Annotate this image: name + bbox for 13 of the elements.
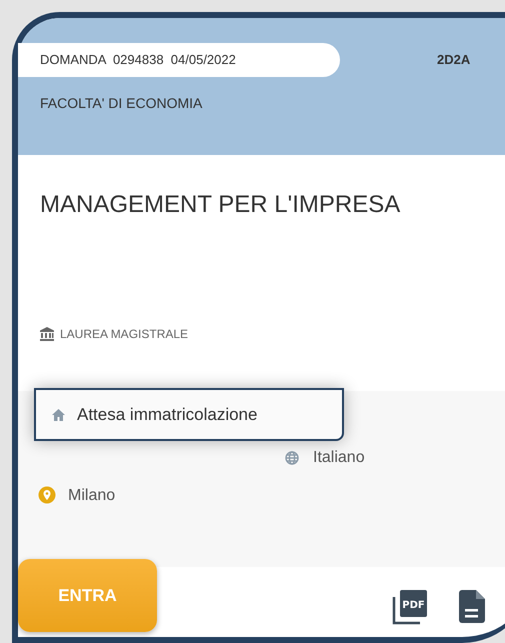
language-text: Italiano bbox=[313, 448, 365, 468]
institution-icon bbox=[40, 327, 54, 341]
document-icon[interactable] bbox=[459, 590, 485, 623]
degree-type: LAUREA MAGISTRALE bbox=[60, 326, 188, 343]
home-icon bbox=[52, 408, 65, 420]
faculty-name: FACOLTA' DI ECONOMIA bbox=[40, 94, 204, 113]
status-text: Attesa immatricolazione bbox=[77, 404, 258, 426]
application-info: DOMANDA 0294838 04/05/2022 bbox=[18, 43, 340, 77]
location-text: Milano bbox=[68, 486, 116, 506]
application-code: 2D2A bbox=[437, 51, 470, 70]
location-pin-icon bbox=[38, 486, 56, 506]
course-title: MANAGEMENT PER L'IMPRESA bbox=[40, 190, 402, 220]
globe-icon bbox=[285, 451, 299, 465]
